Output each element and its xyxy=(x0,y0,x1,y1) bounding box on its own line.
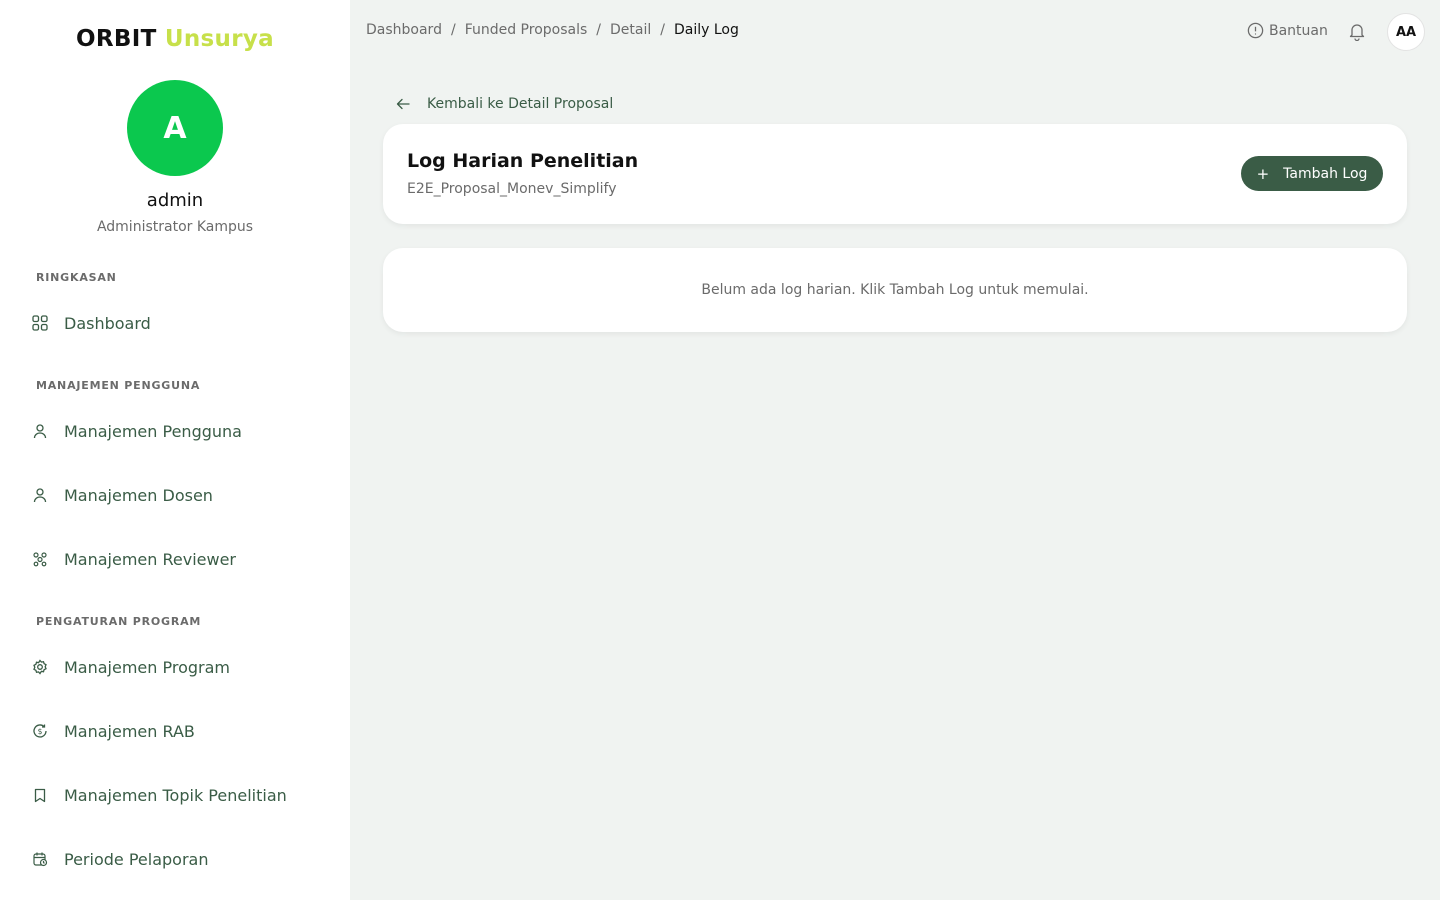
user-icon xyxy=(30,421,50,441)
user-avatar-button[interactable]: AA xyxy=(1387,13,1425,51)
brand-part-2: Unsurya xyxy=(164,26,274,52)
notification-button[interactable] xyxy=(1347,21,1367,45)
users-network-icon xyxy=(30,549,50,569)
sidebar-item-label: Manajemen Reviewer xyxy=(64,549,237,569)
sidebar-item-manajemen-topik-penelitian[interactable]: Manajemen Topik Penelitian xyxy=(30,775,330,815)
proposal-name: E2E_Proposal_Monev_Simplify xyxy=(407,181,617,197)
profile-role: Administrator Kampus xyxy=(96,219,254,235)
help-button[interactable]: Bantuan xyxy=(1247,22,1328,39)
sidebar-item-manajemen-pengguna[interactable]: Manajemen Pengguna xyxy=(30,411,330,451)
breadcrumb-separator: / xyxy=(660,22,665,38)
section-title-manajemen-pengguna: MANAJEMEN PENGGUNA xyxy=(36,379,201,392)
breadcrumb-current: Daily Log xyxy=(673,22,739,38)
breadcrumb: Dashboard / Funded Proposals / Detail / … xyxy=(366,22,739,38)
brand-logo[interactable]: ORBIT Unsurya xyxy=(0,26,350,52)
bookmark-icon xyxy=(30,785,50,805)
sidebar-item-label: Periode Pelaporan xyxy=(64,849,209,869)
gear-icon xyxy=(30,657,50,677)
breadcrumb-dashboard[interactable]: Dashboard xyxy=(366,22,442,38)
sidebar-item-label: Manajemen Topik Penelitian xyxy=(64,785,287,805)
section-title-pengaturan-program: PENGATURAN PROGRAM xyxy=(36,615,202,628)
sidebar-item-label: Manajemen Program xyxy=(64,657,231,677)
sidebar-item-dashboard[interactable]: Dashboard xyxy=(30,303,330,343)
sidebar: ORBIT Unsurya A admin Administrator Kamp… xyxy=(0,0,350,900)
svg-text:$: $ xyxy=(38,727,43,736)
calendar-clock-icon xyxy=(30,849,50,869)
grid-icon xyxy=(30,313,50,333)
back-link-label: Kembali ke Detail Proposal xyxy=(427,96,614,112)
sidebar-item-label: Manajemen Pengguna xyxy=(64,421,242,441)
empty-state-card: Belum ada log harian. Klik Tambah Log un… xyxy=(383,248,1407,332)
section-title-ringkasan: RINGKASAN xyxy=(36,271,117,284)
arrow-left-icon xyxy=(396,98,410,110)
breadcrumb-detail[interactable]: Detail xyxy=(610,22,651,38)
brand-part-1: ORBIT xyxy=(76,26,157,52)
empty-state-text: Belum ada log harian. Klik Tambah Log un… xyxy=(701,282,1089,298)
sidebar-item-manajemen-dosen[interactable]: Manajemen Dosen xyxy=(30,475,330,515)
add-log-label: Tambah Log xyxy=(1283,165,1368,182)
sidebar-item-label: Manajemen Dosen xyxy=(64,485,213,505)
sidebar-item-label: Manajemen RAB xyxy=(64,721,195,741)
sidebar-item-manajemen-rab[interactable]: $ Manajemen RAB xyxy=(30,711,330,751)
sidebar-item-periode-pelaporan[interactable]: Periode Pelaporan xyxy=(30,839,330,879)
help-label: Bantuan xyxy=(1269,22,1328,39)
info-icon xyxy=(1247,22,1264,39)
add-log-button[interactable]: + Tambah Log xyxy=(1241,156,1383,191)
profile-avatar: A xyxy=(127,80,223,176)
sidebar-item-manajemen-program[interactable]: Manajemen Program xyxy=(30,647,330,687)
breadcrumb-separator: / xyxy=(450,22,456,38)
plus-icon: + xyxy=(1256,164,1270,183)
user-icon xyxy=(30,485,50,505)
sidebar-item-label: Dashboard xyxy=(64,313,151,333)
breadcrumb-funded-proposals[interactable]: Funded Proposals xyxy=(465,22,588,38)
topbar: Dashboard / Funded Proposals / Detail / … xyxy=(350,0,1440,64)
dollar-cycle-icon: $ xyxy=(30,721,50,741)
sidebar-item-manajemen-reviewer[interactable]: Manajemen Reviewer xyxy=(30,539,330,579)
back-link[interactable]: Kembali ke Detail Proposal xyxy=(396,96,613,112)
log-header-card: Log Harian Penelitian E2E_Proposal_Monev… xyxy=(383,124,1407,224)
page-title: Log Harian Penelitian xyxy=(407,150,639,172)
breadcrumb-separator: / xyxy=(596,22,601,38)
bell-icon xyxy=(1349,24,1365,42)
profile-name: admin xyxy=(146,190,204,211)
